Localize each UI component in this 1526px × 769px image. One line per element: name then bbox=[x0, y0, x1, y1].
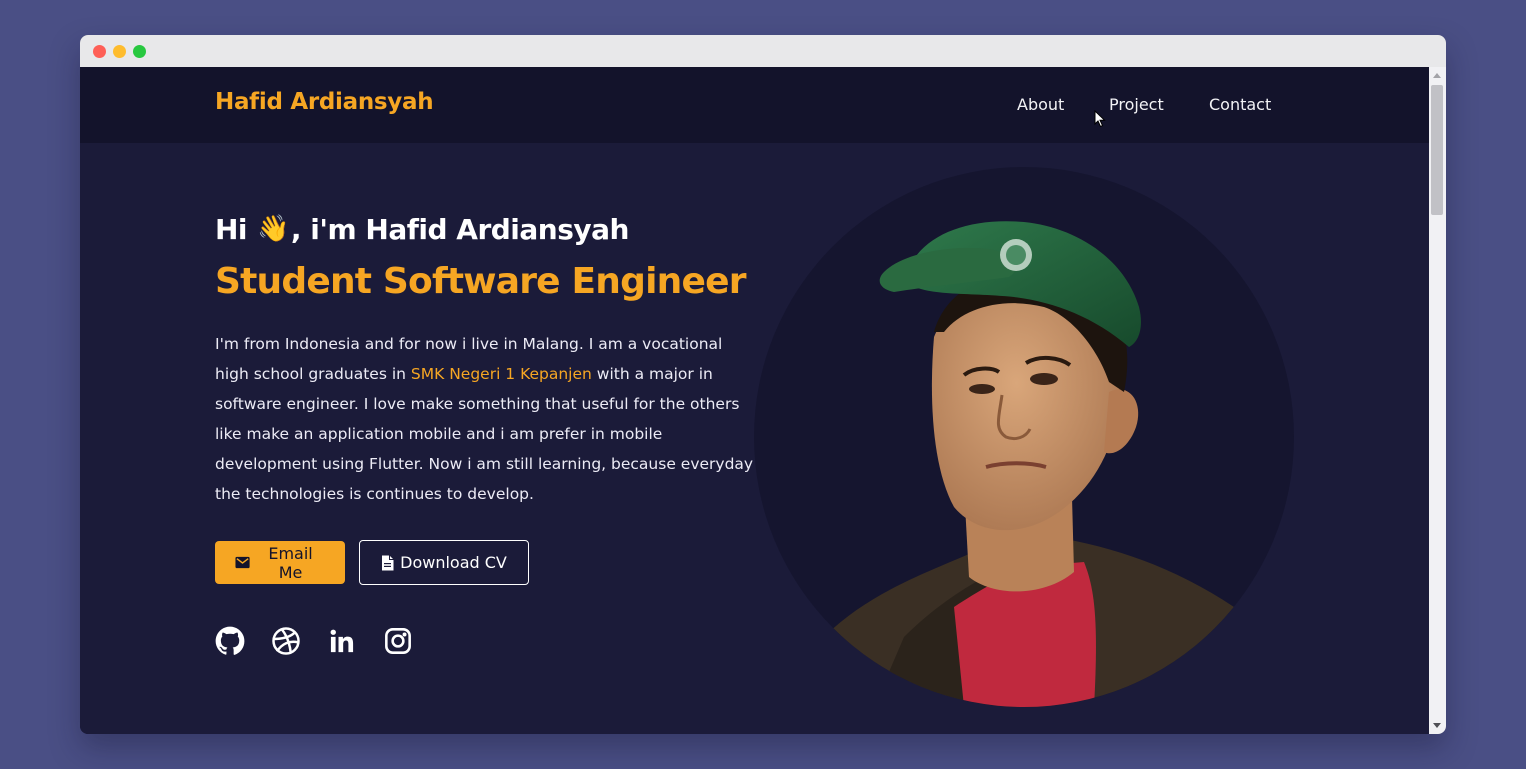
page-viewport: Hafid Ardiansyah About Project Contact H… bbox=[80, 67, 1429, 734]
bio-paragraph: I'm from Indonesia and for now i live in… bbox=[215, 329, 755, 509]
school-link[interactable]: SMK Negeri 1 Kepanjen bbox=[411, 365, 592, 383]
scrollbar-thumb[interactable] bbox=[1431, 85, 1443, 215]
navbar: Hafid Ardiansyah About Project Contact bbox=[80, 67, 1429, 143]
linkedin-icon[interactable] bbox=[327, 626, 357, 656]
maximize-window-button[interactable] bbox=[133, 45, 146, 58]
minimize-window-button[interactable] bbox=[113, 45, 126, 58]
browser-window: Hafid Ardiansyah About Project Contact H… bbox=[80, 35, 1446, 734]
role-title: Student Software Engineer bbox=[215, 261, 746, 302]
dribbble-icon[interactable] bbox=[271, 626, 301, 656]
waving-hand-icon: 👋 bbox=[257, 214, 289, 244]
vertical-scrollbar[interactable] bbox=[1429, 67, 1446, 734]
social-links bbox=[215, 626, 413, 656]
scroll-up-arrow-icon[interactable] bbox=[1433, 73, 1441, 78]
greeting-heading: Hi 👋 , i'm Hafid Ardiansyah bbox=[215, 207, 755, 251]
document-icon bbox=[382, 555, 394, 570]
bio-text-end: with a major in software engineer. I lov… bbox=[215, 365, 754, 503]
greeting-name: , i'm Hafid Ardiansyah bbox=[290, 212, 630, 246]
instagram-icon[interactable] bbox=[383, 626, 413, 656]
brand-logo[interactable]: Hafid Ardiansyah bbox=[215, 89, 434, 115]
download-cv-label: Download CV bbox=[400, 553, 507, 572]
greeting-prefix: Hi bbox=[215, 212, 248, 246]
profile-portrait-illustration bbox=[794, 221, 1294, 707]
mail-icon bbox=[235, 556, 250, 569]
email-me-button[interactable]: Email Me bbox=[215, 541, 345, 584]
scroll-down-arrow-icon[interactable] bbox=[1433, 723, 1441, 728]
download-cv-button[interactable]: Download CV bbox=[359, 540, 529, 585]
close-window-button[interactable] bbox=[93, 45, 106, 58]
window-titlebar bbox=[80, 35, 1446, 67]
nav-link-project[interactable]: Project bbox=[1109, 95, 1164, 114]
mouse-cursor-icon bbox=[1094, 110, 1106, 128]
hero-buttons: Email Me Download CV bbox=[215, 540, 529, 585]
email-me-label: Email Me bbox=[268, 543, 313, 582]
hero-intro: Hi 👋 , i'm Hafid Ardiansyah Student Soft… bbox=[215, 207, 755, 509]
profile-photo bbox=[754, 167, 1294, 707]
nav-link-contact[interactable]: Contact bbox=[1209, 95, 1271, 114]
nav-link-about[interactable]: About bbox=[1017, 95, 1064, 114]
github-icon[interactable] bbox=[215, 626, 245, 656]
